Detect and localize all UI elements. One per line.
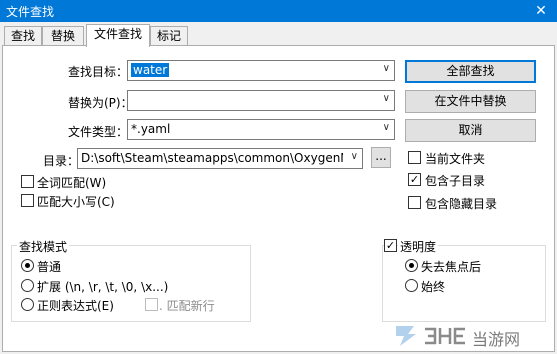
watermark-logo-icon — [423, 326, 469, 346]
dot-newline-checkbox[interactable] — [145, 298, 158, 311]
filetype-label: 文件类型： — [68, 125, 129, 139]
find-combo[interactable]: water ∨ — [127, 60, 395, 81]
browse-button[interactable]: ... — [371, 147, 391, 168]
tab-find-in-files[interactable]: 文件查找 — [86, 24, 150, 47]
chevron-down-icon[interactable]: ∨ — [383, 63, 390, 74]
dir-input-value: D:\soft\Steam\steamapps\common\OxygenNot… — [81, 151, 343, 165]
search-mode-title: 查找模式 — [17, 238, 70, 255]
mode-regex-label: 正则表达式(E) — [37, 299, 114, 313]
include-hidden-checkbox[interactable] — [408, 196, 421, 209]
tab-replace[interactable]: 替换 — [42, 26, 84, 46]
dir-label: 目录： — [43, 154, 80, 168]
tab-find[interactable]: 查找 — [4, 26, 42, 46]
replace-in-files-button[interactable]: 在文件中替换 — [405, 90, 536, 113]
include-subfolders-label: 包含子目录 — [425, 174, 486, 188]
dir-combo[interactable]: D:\soft\Steam\steamapps\common\OxygenNot… — [77, 148, 363, 169]
current-folder-label: 当前文件夹 — [425, 152, 486, 166]
mode-extended-label: 扩展 (\n, \r, \t, \0, \x...) — [37, 280, 169, 294]
tab-mark[interactable]: 标记 — [150, 26, 188, 46]
chevron-down-icon[interactable]: ∨ — [383, 122, 390, 133]
include-hidden-label: 包含隐藏目录 — [425, 197, 498, 211]
mode-normal-radio[interactable] — [21, 259, 34, 272]
include-subfolders-checkbox[interactable]: ✓ — [408, 173, 421, 186]
chevron-down-icon[interactable]: ∨ — [351, 151, 358, 162]
match-case-checkbox[interactable] — [21, 194, 34, 207]
title-bar: 文件查找 ✕ — [0, 0, 557, 22]
on-lose-focus-radio[interactable] — [405, 259, 418, 272]
always-label: 始终 — [421, 280, 446, 294]
whole-word-label: 全词匹配(W) — [37, 176, 107, 190]
find-input-value: water — [131, 63, 170, 77]
transparency-checkbox[interactable]: ✓ — [384, 239, 397, 252]
mode-normal-label: 普通 — [37, 260, 62, 274]
current-folder-checkbox[interactable] — [408, 151, 421, 164]
mode-regex-radio[interactable] — [21, 298, 34, 311]
check-icon: ✓ — [409, 173, 420, 186]
window-title: 文件查找 — [6, 5, 55, 19]
tab-strip: 查找 替换 文件查找 标记 — [0, 24, 557, 47]
cancel-button[interactable]: 取消 — [405, 119, 536, 142]
mode-extended-radio[interactable] — [21, 279, 34, 292]
chevron-down-icon[interactable]: ∨ — [383, 93, 390, 104]
find-label: 查找目标： — [68, 65, 129, 79]
check-icon: ✓ — [385, 239, 396, 252]
match-case-label: 匹配大小写(C) — [37, 195, 115, 209]
on-lose-focus-label: 失去焦点后 — [421, 260, 482, 274]
replace-combo[interactable]: ∨ — [127, 90, 395, 111]
find-all-button[interactable]: 全部查找 — [405, 60, 536, 83]
filetype-combo[interactable]: *.yaml ∨ — [127, 119, 395, 140]
filetype-input-value: *.yaml — [131, 122, 171, 136]
close-icon[interactable]: ✕ — [525, 0, 557, 22]
replace-label: 替换为(P)： — [68, 96, 133, 110]
whole-word-checkbox[interactable] — [21, 175, 34, 188]
watermark-text: 当游网 — [472, 330, 521, 349]
dot-newline-label: . 匹配新行 — [159, 299, 215, 313]
transparency-title: 透明度 — [398, 238, 439, 255]
watermark-logo-icon — [392, 322, 420, 348]
always-radio[interactable] — [405, 279, 418, 292]
